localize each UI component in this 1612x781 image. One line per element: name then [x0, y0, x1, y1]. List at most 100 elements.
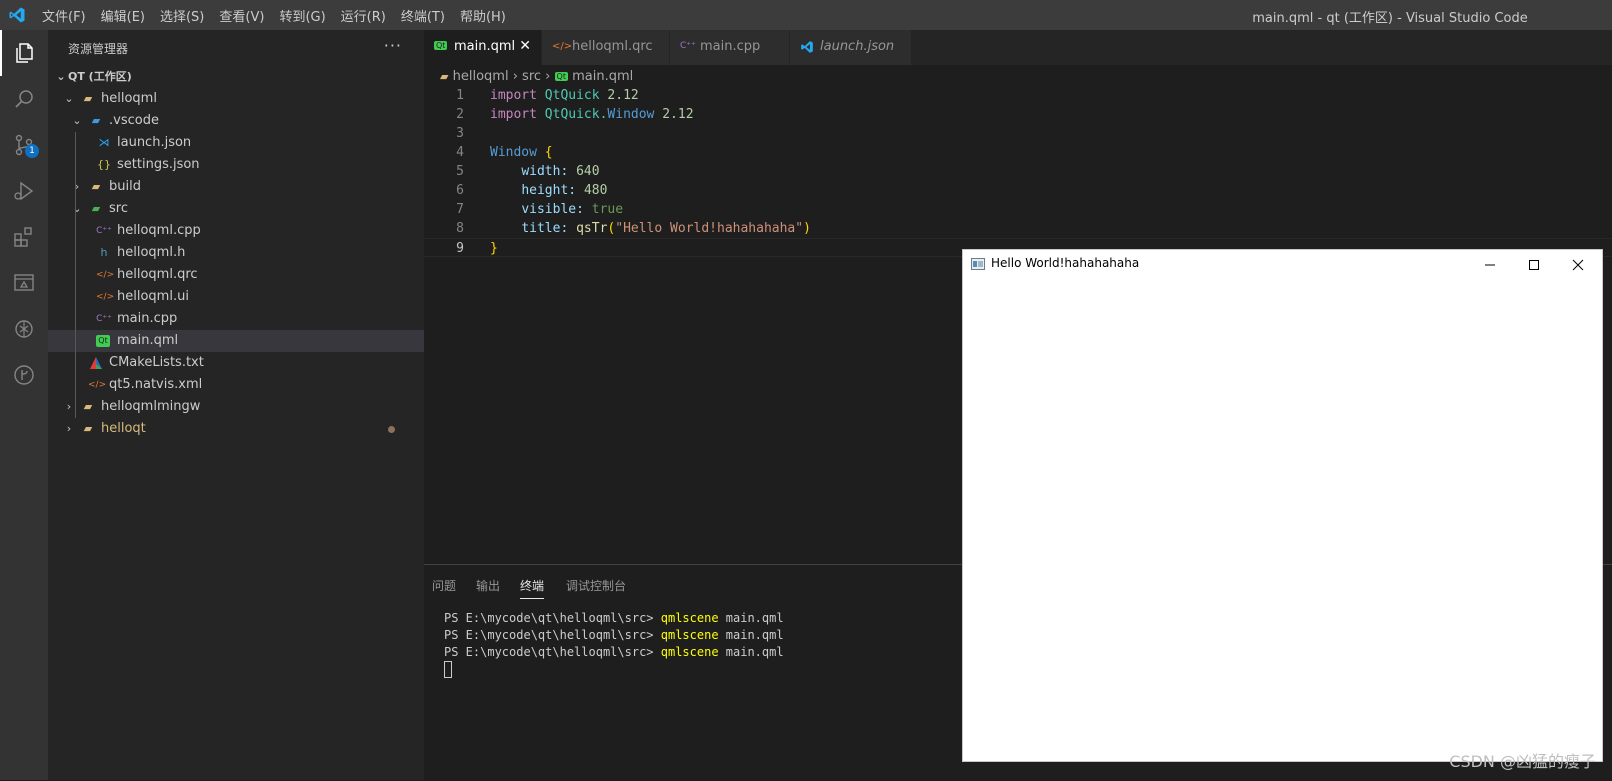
terminal-argument: main.qml — [718, 628, 784, 642]
panel-tab-debug-console[interactable]: 调试控制台 — [566, 577, 626, 594]
breadcrumb-item[interactable]: main.qml — [572, 69, 633, 84]
watermark: CSDN @凶猛的瘦子 — [1449, 752, 1596, 771]
property-name: title: — [521, 221, 569, 236]
tab-helloqml-qrc[interactable]: </> helloqml.qrc — [542, 30, 670, 65]
chevron-right-icon: › — [66, 400, 72, 413]
vscode-folder-icon: ▰ — [91, 114, 101, 127]
gitlens-button[interactable] — [0, 352, 48, 398]
menu-view[interactable]: 查看(V) — [219, 6, 264, 25]
tab-main-cpp[interactable]: C⁺⁺ main.cpp — [670, 30, 790, 65]
tree-item-settings-json[interactable]: {} settings.json — [48, 154, 424, 176]
menu-selection[interactable]: 选择(S) — [160, 6, 204, 25]
tree-item-helloqml-qrc[interactable]: </> helloqml.qrc — [48, 264, 424, 286]
title-bar: 文件(F) 编辑(E) 选择(S) 查看(V) 转到(G) 运行(R) 终端(T… — [0, 0, 1612, 30]
breadcrumb-item[interactable]: helloqml — [453, 69, 509, 84]
tree-item-vscode[interactable]: ⌄ ▰ .vscode — [48, 110, 424, 132]
folder-icon: ▰ — [440, 70, 449, 83]
tree-item-helloqt[interactable]: › ▰ helloqt — [48, 418, 424, 440]
property-name: width: — [521, 164, 569, 179]
xml-icon: </> — [552, 41, 573, 52]
panel-tab-output[interactable]: 输出 — [476, 577, 500, 594]
remote-explorer-button[interactable] — [0, 260, 48, 306]
source-control-button[interactable]: 1 — [0, 122, 48, 168]
line-number: 7 — [456, 202, 464, 217]
workspace-header[interactable]: ⌄ QT (工作区) — [48, 66, 424, 88]
brace: { — [544, 145, 553, 160]
tree-item-helloqml-h[interactable]: h helloqml.h — [48, 242, 424, 264]
tab-label: main.qml — [454, 39, 516, 54]
menu-run[interactable]: 运行(R) — [341, 6, 386, 25]
cpp-icon: C⁺⁺ — [96, 314, 112, 324]
menu-file[interactable]: 文件(F) — [42, 6, 86, 25]
tree-item-natvis[interactable]: </> qt5.natvis.xml — [48, 374, 424, 396]
tree-item-main-cpp[interactable]: C⁺⁺ main.cpp — [48, 308, 424, 330]
qml-app-window[interactable]: Hello World!hahahahaha — [962, 249, 1603, 762]
module-name: QtQuick — [544, 88, 600, 103]
code-line: 6 height: 480 — [424, 181, 1612, 200]
more-actions-icon[interactable]: ··· — [384, 36, 402, 55]
code-line: 7 visible: true — [424, 200, 1612, 219]
brace: } — [490, 241, 498, 256]
breadcrumb-item[interactable]: src — [522, 69, 541, 84]
menu-help[interactable]: 帮助(H) — [460, 6, 506, 25]
module-name: Window — [607, 107, 655, 122]
chevron-down-icon: ⌄ — [64, 92, 74, 105]
tree-item-label: src — [109, 201, 128, 216]
chevron-down-icon: ⌄ — [72, 114, 82, 127]
breadcrumb: ▰ helloqml › src › Qt main.qml — [440, 66, 633, 88]
version-number: 2.12 — [607, 88, 639, 103]
tree-item-helloqml[interactable]: ⌄ ▰ helloqml — [48, 88, 424, 110]
tree-item-label: qt5.natvis.xml — [109, 377, 203, 392]
tree-item-helloqmlmingw[interactable]: › ▰ helloqmlmingw — [48, 396, 424, 418]
menu-go[interactable]: 转到(G) — [279, 6, 325, 25]
sidebar-title: 资源管理器 — [68, 42, 129, 56]
tree-item-label: helloqml.cpp — [117, 223, 201, 238]
extensions-button[interactable] — [0, 214, 48, 260]
search-button[interactable] — [0, 76, 48, 122]
tree-item-label: main.cpp — [117, 311, 178, 326]
tree-item-helloqml-ui[interactable]: </> helloqml.ui — [48, 286, 424, 308]
app-window-icon — [971, 258, 985, 270]
tree-item-launch-json[interactable]: ⋊ launch.json — [48, 132, 424, 154]
minimize-icon — [1485, 264, 1495, 266]
tab-launch-json[interactable]: launch.json — [790, 30, 912, 65]
close-button[interactable] — [1556, 252, 1600, 278]
tree-item-main-qml[interactable]: Qt main.qml — [48, 330, 424, 352]
explorer-button[interactable] — [0, 30, 48, 76]
code-editor[interactable]: 1 import QtQuick 2.12 2 import QtQuick.W… — [424, 86, 1612, 257]
type-name: Window — [490, 145, 537, 160]
menu-edit[interactable]: 编辑(E) — [101, 6, 145, 25]
chevron-right-icon: › — [74, 180, 80, 193]
tab-main-qml[interactable]: Qt main.qml ✕ — [424, 30, 542, 65]
terminal-line: PS E:\mycode\qt\helloqml\src> qmlscene m… — [444, 644, 784, 661]
version-number: 2.12 — [662, 107, 694, 122]
function-name: qsTr — [576, 221, 608, 236]
close-icon[interactable]: ✕ — [519, 38, 531, 54]
string-literal: "Hello World!hahahahaha" — [615, 221, 804, 236]
maximize-button[interactable] — [1512, 252, 1556, 278]
terminal[interactable]: PS E:\mycode\qt\helloqml\src> qmlscene m… — [444, 610, 784, 678]
tree-item-label: main.qml — [117, 333, 179, 348]
menu-terminal[interactable]: 终端(T) — [401, 6, 445, 25]
indent-guide — [75, 132, 76, 418]
panel-tab-problems[interactable]: 问题 — [432, 577, 456, 594]
tree-item-label: .vscode — [109, 113, 159, 128]
cpp-icon: C⁺⁺ — [680, 41, 696, 51]
code-line: 4 Window { — [424, 143, 1612, 162]
xml-icon: </> — [96, 270, 115, 280]
panel-tab-terminal[interactable]: 终端 — [520, 577, 545, 599]
chatgpt-button[interactable] — [0, 306, 48, 352]
run-debug-button[interactable] — [0, 168, 48, 214]
tree-item-src[interactable]: ⌄ ▰ src — [48, 198, 424, 220]
tab-label: launch.json — [820, 39, 895, 54]
keyword: import — [490, 88, 537, 103]
tree-item-label: helloqt — [101, 421, 146, 436]
tree-item-cmakelists[interactable]: CMakeLists.txt — [48, 352, 424, 374]
tree-item-build[interactable]: › ▰ build — [48, 176, 424, 198]
tree-item-helloqml-cpp[interactable]: C⁺⁺ helloqml.cpp — [48, 220, 424, 242]
minimize-button[interactable] — [1468, 252, 1512, 278]
terminal-line — [444, 661, 784, 678]
terminal-line: PS E:\mycode\qt\helloqml\src> qmlscene m… — [444, 610, 784, 627]
tree-item-label: settings.json — [117, 157, 200, 172]
breadcrumb-separator: › — [545, 69, 551, 84]
